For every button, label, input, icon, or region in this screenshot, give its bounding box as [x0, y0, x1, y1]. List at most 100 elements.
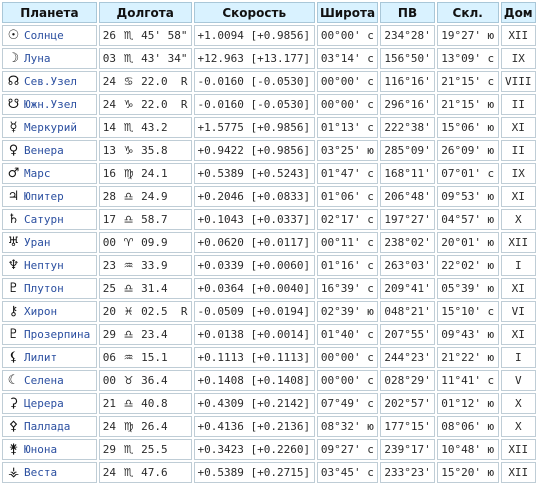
- longitude-cell: 24 ♑ 22.0 R: [98, 94, 192, 115]
- speed-cell: +0.2046 [+0.0833]: [193, 186, 315, 207]
- planet-name-link[interactable]: Юнона: [24, 443, 57, 456]
- planet-name-link[interactable]: Нептун: [24, 259, 64, 272]
- planet-name-link[interactable]: Прозерпина: [24, 328, 90, 341]
- table-row: ⚶ Веста 24 ♏ 47.6 +0.5389 [+0.2715] 03°45' с…: [2, 462, 536, 483]
- mars-icon: ♂: [7, 166, 20, 181]
- longitude-minutes: 35.8: [141, 144, 168, 157]
- header-planet: Планета: [2, 2, 97, 23]
- table-row: ☿ Меркурий 14 ♏ 43.2 +1.5775 [+0.9856] 01°13…: [2, 117, 536, 138]
- longitude-cell: 06 ♒ 15.1: [98, 347, 192, 368]
- ra-cell: 207°55': [380, 324, 435, 345]
- planet-name-link[interactable]: Веста: [24, 466, 57, 479]
- longitude-degrees: 26: [102, 29, 117, 42]
- speed-cell: +0.3423 [+0.2260]: [193, 439, 315, 460]
- planet-name-link[interactable]: Южн.Узел: [24, 98, 77, 111]
- ra-cell: 263°03': [380, 255, 435, 276]
- planet-name-link[interactable]: Селена: [24, 374, 64, 387]
- planet-cell: ☋ Южн.Узел: [2, 94, 97, 115]
- latitude-cell: 00°11' с: [316, 232, 379, 253]
- header-latitude: Широта: [316, 2, 379, 23]
- planet-name-link[interactable]: Марс: [24, 167, 51, 180]
- longitude-degrees: 24: [102, 420, 117, 433]
- latitude-cell: 01°13' с: [316, 117, 379, 138]
- planet-cell: ⚸ Лилит: [2, 347, 97, 368]
- longitude-minutes: 22.0 R: [141, 98, 188, 111]
- house-cell: VIII: [500, 71, 536, 92]
- libra-icon: ♎: [123, 397, 134, 410]
- longitude-cell: 14 ♏ 43.2: [98, 117, 192, 138]
- ra-cell: 202°57': [380, 393, 435, 414]
- libra-icon: ♎: [123, 213, 134, 226]
- planet-name-link[interactable]: Сатурн: [24, 213, 64, 226]
- venus-icon: ♀: [8, 143, 19, 158]
- planet-name-link[interactable]: Паллада: [24, 420, 70, 433]
- speed-cell: +0.1408 [+0.1408]: [193, 370, 315, 391]
- longitude-cell: 24 ♏ 47.6: [98, 462, 192, 483]
- pisces-icon: ♓: [123, 305, 134, 318]
- longitude-degrees: 00: [102, 374, 117, 387]
- ephemeris-table: Планета Долгота Скорость Широта ПВ Скл. …: [0, 0, 538, 485]
- house-cell: X: [500, 209, 536, 230]
- longitude-cell: 23 ♒ 33.9: [98, 255, 192, 276]
- speed-cell: +0.1113 [+0.1113]: [193, 347, 315, 368]
- speed-cell: -0.0160 [-0.0530]: [193, 94, 315, 115]
- sun-icon: ☉: [7, 28, 20, 43]
- longitude-degrees: 29: [102, 328, 117, 341]
- longitude-cell: 03 ♏ 43' 34": [98, 48, 192, 69]
- planet-name-link[interactable]: Меркурий: [24, 121, 77, 134]
- longitude-degrees: 28: [102, 190, 117, 203]
- aries-icon: ♈: [123, 236, 134, 249]
- planet-name-link[interactable]: Плутон: [24, 282, 64, 295]
- declination-cell: 22°02' ю: [436, 255, 499, 276]
- ra-cell: 285°09': [380, 140, 435, 161]
- juno-icon: ⚵: [8, 442, 19, 457]
- house-cell: II: [500, 94, 536, 115]
- latitude-cell: 00°00' с: [316, 370, 379, 391]
- header-dec: Скл.: [436, 2, 499, 23]
- planet-name-link[interactable]: Луна: [24, 52, 51, 65]
- longitude-minutes: 45' 58": [141, 29, 188, 42]
- longitude-degrees: 16: [102, 167, 117, 180]
- latitude-cell: 02°39' ю: [316, 301, 379, 322]
- latitude-cell: 00°00' с: [316, 25, 379, 46]
- longitude-cell: 28 ♎ 24.9: [98, 186, 192, 207]
- house-cell: XI: [500, 278, 536, 299]
- speed-cell: +12.963 [+13.177]: [193, 48, 315, 69]
- planet-name-link[interactable]: Сев.Узел: [24, 75, 77, 88]
- planet-cell: ♃ Юпитер: [2, 186, 97, 207]
- declination-cell: 15°06' ю: [436, 117, 499, 138]
- planet-cell: ☾ Селена: [2, 370, 97, 391]
- table-row: ♇ Прозерпина 29 ♎ 23.4 +0.0138 [+0.0014] 01°…: [2, 324, 536, 345]
- latitude-cell: 02°17' с: [316, 209, 379, 230]
- longitude-cell: 00 ♉ 36.4: [98, 370, 192, 391]
- planet-cell: ⚴ Паллада: [2, 416, 97, 437]
- planet-name-link[interactable]: Церера: [24, 397, 64, 410]
- speed-cell: +1.5775 [+0.9856]: [193, 117, 315, 138]
- planet-name-link[interactable]: Солнце: [24, 29, 64, 42]
- planet-cell: ⚷ Хирон: [2, 301, 97, 322]
- planet-name-link[interactable]: Лилит: [24, 351, 57, 364]
- mercury-icon: ☿: [9, 120, 18, 135]
- latitude-cell: 00°00' с: [316, 71, 379, 92]
- ra-cell: 233°23': [380, 462, 435, 483]
- longitude-minutes: 24.1: [141, 167, 168, 180]
- longitude-degrees: 25: [102, 282, 117, 295]
- longitude-minutes: 02.5 R: [141, 305, 188, 318]
- table-row: ☋ Южн.Узел 24 ♑ 22.0 R -0.0160 [-0.0530] 00°…: [2, 94, 536, 115]
- ra-cell: 222°38': [380, 117, 435, 138]
- table-row: ♂ Марс 16 ♍ 24.1 +0.5389 [+0.5243] 01°47' с1…: [2, 163, 536, 184]
- planet-name-link[interactable]: Венера: [24, 144, 64, 157]
- ra-cell: 296°16': [380, 94, 435, 115]
- longitude-minutes: 09.9: [141, 236, 168, 249]
- planet-name-link[interactable]: Уран: [24, 236, 51, 249]
- longitude-minutes: 58.7: [141, 213, 168, 226]
- jupiter-icon: ♃: [7, 189, 20, 204]
- ceres-icon: ⚳: [8, 396, 19, 411]
- house-cell: V: [500, 370, 536, 391]
- ra-cell: 156°50': [380, 48, 435, 69]
- table-row: ☾ Селена 00 ♉ 36.4 +0.1408 [+0.1408] 00°00' …: [2, 370, 536, 391]
- planet-name-link[interactable]: Юпитер: [24, 190, 64, 203]
- longitude-cell: 29 ♏ 25.5: [98, 439, 192, 460]
- planet-name-link[interactable]: Хирон: [24, 305, 57, 318]
- table-row: ♅ Уран 00 ♈ 09.9 +0.0620 [+0.0117] 00°11' с2…: [2, 232, 536, 253]
